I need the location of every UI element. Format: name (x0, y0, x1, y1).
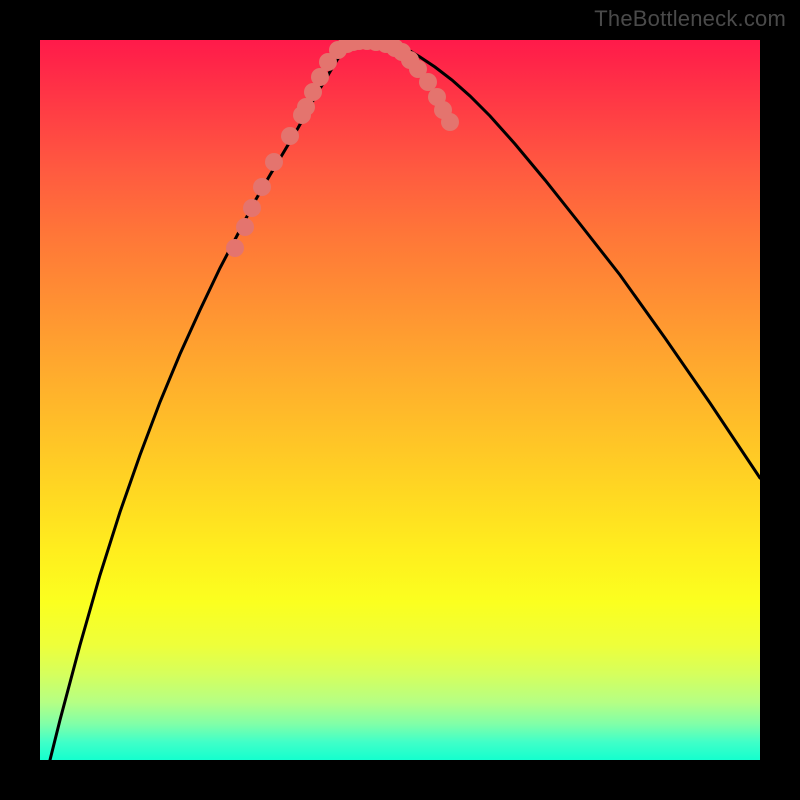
curve-marker (281, 127, 299, 145)
plot-area (40, 40, 760, 760)
curve-marker (253, 178, 271, 196)
curve-marker (441, 113, 459, 131)
curve-marker (243, 199, 261, 217)
curve-markers (226, 40, 459, 257)
chart-svg (40, 40, 760, 760)
curve-marker (265, 153, 283, 171)
bottleneck-curve (40, 40, 760, 760)
curve-marker (226, 239, 244, 257)
curve-marker (419, 73, 437, 91)
chart-frame: TheBottleneck.com (0, 0, 800, 800)
curve-marker (236, 218, 254, 236)
watermark-text: TheBottleneck.com (594, 6, 786, 32)
